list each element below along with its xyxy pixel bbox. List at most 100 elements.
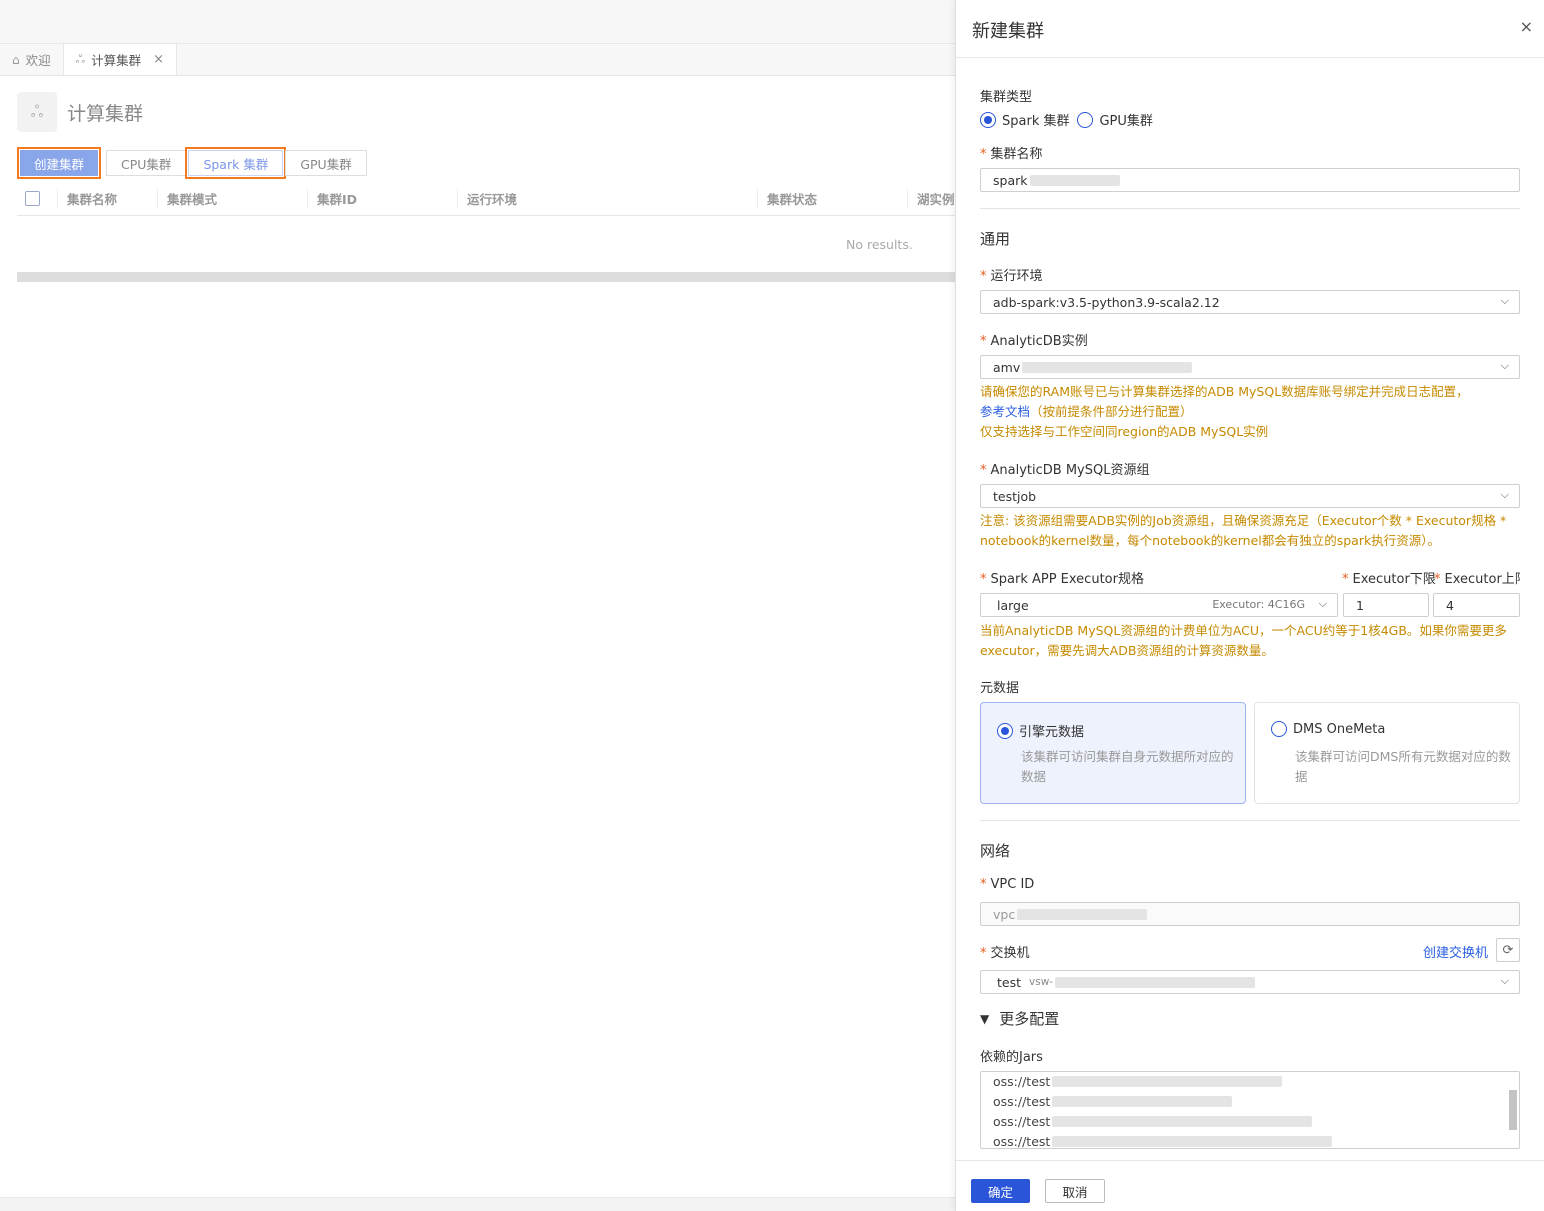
page-header: ஃ 计算集群 — [17, 92, 143, 132]
chevron-down-icon: ⌵ — [1500, 974, 1509, 987]
toolbar: 创建集群 CPU集群 Spark 集群 GPU集群 — [17, 147, 367, 179]
runtime-label: * 运行环境 — [980, 269, 1043, 284]
resource-group-warning-line: 注意: 该资源组需要ADB实例的Job资源组，且确保资源充足（Executor个… — [980, 513, 1507, 528]
filter-spark-cluster[interactable]: Spark 集群 — [188, 150, 284, 176]
tab-welcome[interactable]: ⌂ 欢迎 — [0, 44, 64, 75]
section-network-title: 网络 — [980, 842, 1011, 860]
column-header[interactable]: 集群名称 — [57, 188, 157, 209]
resource-group-label: * AnalyticDB MySQL资源组 — [980, 463, 1150, 478]
tab-close-icon[interactable]: × — [153, 52, 164, 67]
instance-label: * AnalyticDB实例 — [980, 334, 1088, 349]
resource-group-select[interactable]: testjob ⌵ — [980, 484, 1520, 508]
instance-value: amv — [993, 359, 1021, 375]
instance-warning-line: 仅支持选择与工作空间同region的ADB MySQL实例 — [980, 424, 1269, 439]
column-header[interactable]: 湖实例 — [907, 188, 955, 209]
cluster-name-value: spark — [993, 172, 1028, 188]
instance-warning-line: 请确保您的RAM账号已与计算集群选择的ADB MySQL数据库账号绑定并完成日志… — [980, 384, 1469, 399]
executor-min-label: * Executor下限 — [1342, 572, 1436, 587]
radio-dms-onemeta[interactable]: DMS OneMeta — [1271, 721, 1385, 737]
metadata-option-engine[interactable]: 引擎元数据 该集群可访问集群自身元数据所对应的数据 — [980, 702, 1246, 804]
section-general-title: 通用 — [980, 230, 1011, 248]
close-icon[interactable]: × — [1520, 17, 1533, 36]
vpc-label: * VPC ID — [980, 877, 1035, 892]
runtime-select[interactable]: adb-spark:v3.5-python3.9-scala2.12 ⌵ — [980, 290, 1520, 314]
bottom-bar — [0, 1197, 955, 1211]
instance-warning-line: （按前提条件部分进行配置） — [1030, 404, 1193, 419]
executor-warning: 当前AnalyticDB MySQL资源组的计费单位为ACU，一个ACU约等于1… — [980, 621, 1520, 661]
cluster-name-input[interactable]: spark — [980, 168, 1520, 192]
empty-state: No results. — [846, 237, 913, 252]
jar-line: oss://test — [993, 1134, 1333, 1148]
column-header[interactable]: 集群模式 — [157, 188, 307, 209]
create-cluster-highlight: 创建集群 — [17, 147, 102, 179]
executor-max-input[interactable]: 4 — [1433, 593, 1520, 617]
runtime-value: adb-spark:v3.5-python3.9-scala2.12 — [993, 294, 1220, 310]
drawer-header: 新建集群 × — [956, 0, 1544, 58]
executor-warning-line: executor，需要先调大ADB资源组的计算资源数量。 — [980, 643, 1274, 658]
metadata-label: 元数据 — [980, 681, 1020, 696]
vswitch-value: test — [997, 974, 1022, 990]
radio-unchecked-icon — [1077, 111, 1094, 128]
tab-welcome-label: 欢迎 — [25, 53, 51, 68]
column-header[interactable]: 集群ID — [307, 188, 457, 209]
jars-label: 依赖的Jars — [980, 1050, 1043, 1065]
textarea-scrollbar[interactable] — [1509, 1090, 1517, 1130]
radio-engine-metadata[interactable]: 引擎元数据 — [997, 721, 1084, 740]
confirm-button[interactable]: 确定 — [971, 1179, 1030, 1203]
filter-gpu-cluster[interactable]: GPU集群 — [285, 150, 367, 176]
vswitch-select[interactable]: test vsw- ⌵ — [980, 970, 1520, 994]
resource-group-warning: 注意: 该资源组需要ADB实例的Job资源组，且确保资源充足（Executor个… — [980, 511, 1520, 551]
refresh-icon[interactable]: ⟳ — [1496, 938, 1520, 962]
create-vswitch-link[interactable]: 创建交换机 — [1423, 942, 1488, 961]
filter-cpu-cluster[interactable]: CPU集群 — [106, 150, 187, 176]
jars-textarea[interactable]: oss://test oss://test oss://test oss://t… — [980, 1071, 1520, 1149]
drawer-footer: 确定 取消 — [956, 1160, 1544, 1211]
column-header[interactable]: 运行环境 — [457, 188, 757, 209]
cluster-type-label: 集群类型 — [980, 90, 1033, 105]
tab-compute-cluster[interactable]: ஃ 计算集群 × — [63, 44, 177, 75]
jar-line: oss://test — [993, 1114, 1313, 1129]
more-config-title: 更多配置 — [999, 1010, 1060, 1028]
horizontal-scrollbar[interactable] — [17, 272, 955, 282]
metadata-option-desc: 该集群可访问DMS所有元数据对应的数据 — [1295, 749, 1511, 784]
column-header[interactable]: 集群状态 — [757, 188, 907, 209]
drawer-body: 集群类型 Spark 集群 GPU集群 * 集群名称 spark 通用 * 运行环境… — [980, 58, 1520, 1158]
executor-spec-hint: Executor: 4C16G — [1212, 598, 1305, 611]
table-header: 集群名称 集群模式 集群ID 运行环境 集群状态 湖实例 — [17, 182, 955, 216]
vswitch-hint: vsw- — [1029, 976, 1054, 988]
cluster-type-radio-group: Spark 集群 GPU集群 — [980, 110, 1153, 129]
drawer-title: 新建集群 — [972, 21, 1044, 42]
jar-line: oss://test — [993, 1074, 1283, 1089]
select-all-cell — [17, 189, 57, 209]
background-page: ⌂ 欢迎 ஃ 计算集群 × ஃ 计算集群 创建集群 CPU集群 Spark 集群… — [0, 0, 955, 1211]
vswitch-label: * 交换机 — [980, 946, 1030, 961]
page-title: 计算集群 — [67, 102, 144, 125]
executor-spec-select[interactable]: large Executor: 4C16G ⌵ — [980, 593, 1338, 617]
radio-spark-cluster[interactable]: Spark 集群 — [980, 110, 1069, 129]
cluster-icon: ஃ — [75, 51, 86, 66]
chevron-down-icon: ⌵ — [1500, 359, 1509, 372]
chevron-down-icon: ⌵ — [1500, 488, 1509, 501]
metadata-option-title: 引擎元数据 — [1019, 725, 1085, 740]
more-config-toggle[interactable]: ▼ 更多配置 — [980, 1008, 1059, 1029]
cluster-icon: ஃ — [17, 92, 57, 132]
executor-spec-value: large — [997, 597, 1029, 613]
doc-link[interactable]: 参考文档 — [980, 404, 1030, 419]
executor-min-input[interactable]: 1 — [1343, 593, 1429, 617]
cluster-name-label: * 集群名称 — [980, 147, 1043, 162]
redacted-text — [1022, 361, 1193, 373]
metadata-option-dms[interactable]: DMS OneMeta 该集群可访问DMS所有元数据对应的数据 — [1254, 702, 1520, 804]
redacted-text — [1029, 174, 1120, 186]
create-cluster-button[interactable]: 创建集群 — [20, 150, 99, 176]
create-cluster-drawer: 新建集群 × 集群类型 Spark 集群 GPU集群 * 集群名称 spark 通… — [955, 0, 1544, 1211]
redacted-text — [1017, 908, 1148, 920]
tab-bar: ⌂ 欢迎 ஃ 计算集群 × — [0, 44, 955, 76]
radio-gpu-label: GPU集群 — [1099, 114, 1153, 129]
resource-group-value: testjob — [993, 488, 1037, 504]
cancel-button[interactable]: 取消 — [1045, 1179, 1105, 1203]
select-all-checkbox[interactable] — [25, 191, 40, 206]
radio-gpu-cluster[interactable]: GPU集群 — [1077, 110, 1153, 129]
divider — [980, 208, 1520, 209]
top-bar — [0, 0, 955, 44]
instance-select[interactable]: amv ⌵ — [980, 355, 1520, 379]
